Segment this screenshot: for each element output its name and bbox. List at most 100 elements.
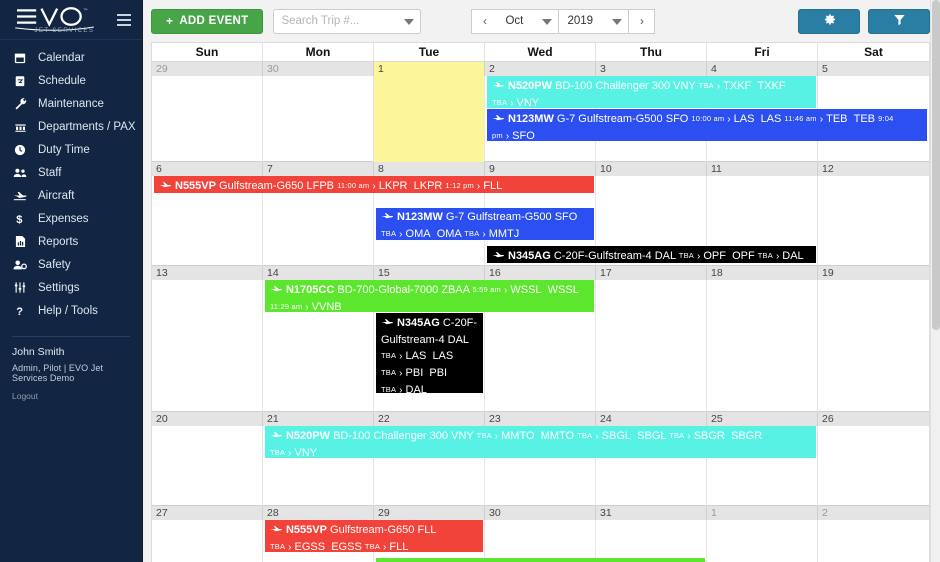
calendar-date-number[interactable]: 11 xyxy=(707,162,818,176)
calendar-event[interactable]: N1705CC BD-700-Global-7000 ZBAA 5:59 am ›… xyxy=(264,280,594,312)
calendar-day-cell[interactable] xyxy=(374,76,485,162)
sidebar-toggle-button[interactable] xyxy=(114,11,134,29)
calendar-date-number[interactable]: 6 xyxy=(152,162,263,176)
calendar-date-number[interactable]: 2 xyxy=(485,62,596,76)
sidebar-item-reports[interactable]: Reports xyxy=(0,230,142,253)
calendar-date-number[interactable]: 1 xyxy=(374,62,485,76)
calendar-day-cell[interactable] xyxy=(596,520,707,562)
sidebar-item-expenses[interactable]: $ Expenses xyxy=(0,207,142,230)
calendar-day-cell[interactable] xyxy=(596,280,707,412)
month-select[interactable]: Oct xyxy=(497,8,560,34)
calendar-day-cell[interactable] xyxy=(152,280,263,412)
calendar-date-number[interactable]: 17 xyxy=(596,266,707,280)
sidebar-item-maintenance[interactable]: Maintenance xyxy=(0,92,142,115)
airplane-icon xyxy=(381,211,394,226)
calendar-date-number[interactable]: 5 xyxy=(818,62,929,76)
calendar-date-number[interactable]: 21 xyxy=(263,412,374,426)
calendar-date-number[interactable]: 18 xyxy=(707,266,818,280)
sidebar-item-calendar[interactable]: Calendar xyxy=(0,46,142,69)
calendar-date-number[interactable]: 23 xyxy=(485,412,596,426)
calendar-day-cell[interactable] xyxy=(485,520,596,562)
calendar-date-number[interactable]: 31 xyxy=(596,506,707,520)
year-select[interactable]: 2019 xyxy=(559,8,630,34)
event-tail-number: N555VP xyxy=(285,524,327,536)
calendar-event[interactable] xyxy=(375,558,705,562)
search-trip-wrapper xyxy=(273,8,422,34)
calendar-event[interactable]: N123MW G-7 Gulfstream-G500 SFO 10:00 am ›… xyxy=(487,109,927,141)
sidebar-item-safety[interactable]: Safety xyxy=(0,253,142,276)
calendar-event[interactable]: N555VP Gulfstream-G650 LFPB 11:00 am › LKP… xyxy=(154,176,594,193)
calendar-date-number[interactable]: 30 xyxy=(485,506,596,520)
calendar-day-cell[interactable] xyxy=(818,176,929,266)
calendar-date-number[interactable]: 15 xyxy=(374,266,485,280)
leg-time: 11:00 am xyxy=(337,181,370,190)
year-select-wrapper: 2019 xyxy=(559,8,630,34)
calendar-event[interactable]: N520PW BD-100 Challenger 300 VNY TBA › TXK… xyxy=(487,76,816,108)
leg-to: DAL xyxy=(782,250,804,262)
calendar-day-cell[interactable] xyxy=(263,76,374,162)
leg-to: LAS xyxy=(733,113,755,125)
calendar-event[interactable]: N345AG C-20F-Gulfstream-4 DAL TBA › LAS LA… xyxy=(375,313,483,393)
calendar-date-number[interactable]: 22 xyxy=(374,412,485,426)
sidebar-item-help-tools[interactable]: ? Help / Tools xyxy=(0,299,142,322)
calendar-event[interactable]: N520PW BD-100 Challenger 300 VNY TBA › MMT… xyxy=(264,426,816,458)
event-tail-number: N520PW xyxy=(285,430,331,442)
leg-to: OPF xyxy=(703,250,726,262)
calendar-day-cell[interactable] xyxy=(707,280,818,412)
sidebar-item-aircraft[interactable]: Aircraft xyxy=(0,184,142,207)
day-header-mon: Mon xyxy=(263,43,374,61)
calendar-date-number[interactable]: 16 xyxy=(485,266,596,280)
calendar-day-cell[interactable] xyxy=(818,520,929,562)
calendar-event[interactable]: N123MW G-7 Gulfstream-G500 SFO TBA › OMA O… xyxy=(375,208,594,240)
calendar-date-number[interactable]: 8 xyxy=(374,162,485,176)
calendar-date-number[interactable]: 1 xyxy=(707,506,818,520)
divider xyxy=(12,336,130,337)
calendar-event[interactable]: N345AG C-20F-Gulfstream-4 DAL TBA › OPF OP… xyxy=(487,246,816,263)
prev-month-button[interactable]: ‹ xyxy=(471,8,498,34)
calendar-date-number[interactable]: 7 xyxy=(263,162,374,176)
logout-link[interactable]: Logout xyxy=(12,391,130,401)
calendar-date-number[interactable]: 24 xyxy=(596,412,707,426)
calendar-event[interactable]: N555VP Gulfstream-G650 FLL TBA › EGSS EGSS… xyxy=(264,520,483,552)
calendar-date-number[interactable]: 13 xyxy=(152,266,263,280)
calendar-date-number[interactable]: 29 xyxy=(374,506,485,520)
calendar-day-cell[interactable] xyxy=(152,76,263,162)
leg-from: PBI xyxy=(429,367,448,379)
filter-button[interactable] xyxy=(868,8,930,34)
calendar-date-number[interactable]: 26 xyxy=(818,412,929,426)
add-event-button[interactable]: + ADD EVENT xyxy=(151,8,264,34)
calendar-date-number[interactable]: 30 xyxy=(263,62,374,76)
calendar-day-cell[interactable] xyxy=(152,426,263,506)
calendar-date-number[interactable]: 20 xyxy=(152,412,263,426)
calendar-date-number[interactable]: 4 xyxy=(707,62,818,76)
calendar-date-number[interactable]: 9 xyxy=(485,162,596,176)
sidebar-item-label: Settings xyxy=(38,281,80,294)
calendar-day-cell[interactable] xyxy=(707,520,818,562)
calendar-date-number[interactable]: 12 xyxy=(818,162,929,176)
calendar-date-number[interactable]: 27 xyxy=(152,506,263,520)
event-leg: LAS 11:46 am › TEB xyxy=(761,113,848,125)
calendar-date-number[interactable]: 25 xyxy=(707,412,818,426)
scrollbar-thumb[interactable] xyxy=(932,0,940,330)
calendar-day-cell[interactable] xyxy=(152,520,263,562)
calendar-date-number[interactable]: 28 xyxy=(263,506,374,520)
vertical-scrollbar[interactable] xyxy=(930,0,940,562)
sidebar-item-schedule[interactable]: Schedule xyxy=(0,69,142,92)
calendar-date-number[interactable]: 10 xyxy=(596,162,707,176)
sidebar-item-departments-pax[interactable]: Departments / PAX xyxy=(0,115,142,138)
calendar-date-number[interactable]: 29 xyxy=(152,62,263,76)
month-year-nav: ‹ Oct 2019 › xyxy=(471,8,656,34)
leg-time: TBA xyxy=(380,351,397,360)
settings-button[interactable] xyxy=(798,8,860,34)
sidebar-item-staff[interactable]: Staff xyxy=(0,161,142,184)
next-month-button[interactable]: › xyxy=(629,8,656,34)
calendar-day-cell[interactable] xyxy=(818,280,929,412)
calendar-date-number[interactable]: 2 xyxy=(818,506,929,520)
search-input[interactable] xyxy=(273,8,422,34)
sidebar-item-settings[interactable]: Settings xyxy=(0,276,142,299)
calendar-date-number[interactable]: 19 xyxy=(818,266,929,280)
calendar-date-number[interactable]: 14 xyxy=(263,266,374,280)
calendar-date-number[interactable]: 3 xyxy=(596,62,707,76)
sidebar-item-duty-time[interactable]: Duty Time xyxy=(0,138,142,161)
calendar-day-cell[interactable] xyxy=(818,426,929,506)
